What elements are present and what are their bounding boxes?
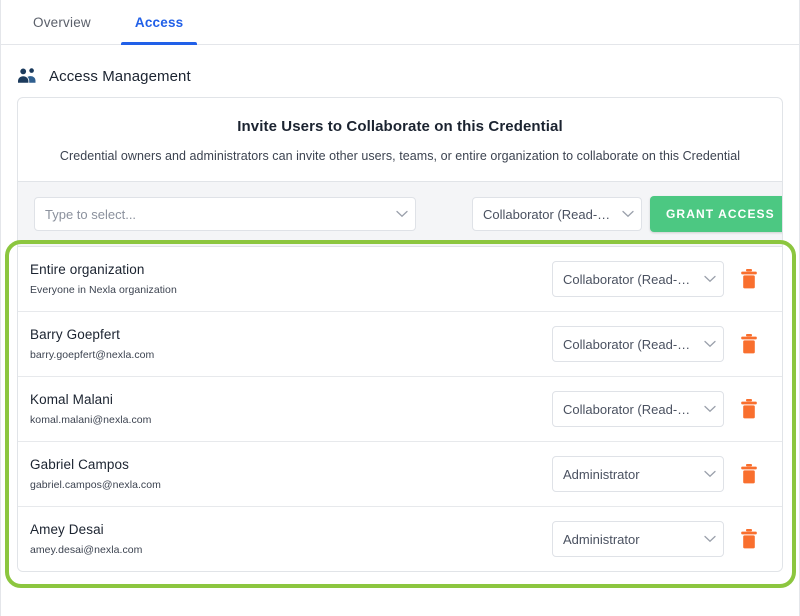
section-header: Access Management [1,45,799,97]
principal-detail: barry.goepfert@nexla.com [30,349,155,361]
user-select[interactable]: Type to select... [34,197,416,231]
tab-overview[interactable]: Overview [11,0,113,44]
tab-overview-label: Overview [33,14,91,30]
table-row: Entire organization Everyone in Nexla or… [18,246,782,311]
row-role-value: Collaborator (Read-… [563,336,691,352]
row-role-value: Administrator [563,466,640,482]
principal-detail: komal.malani@nexla.com [30,414,152,426]
card-title: Invite Users to Collaborate on this Cred… [237,118,563,135]
delete-access-button[interactable] [730,520,768,558]
principal-name: Barry Goepfert [30,327,120,342]
delete-access-button[interactable] [730,325,768,363]
principal-name: Komal Malani [30,392,113,407]
row-role-value: Collaborator (Read-… [563,401,691,417]
chevron-down-icon [697,535,723,543]
principal-name: Gabriel Campos [30,457,129,472]
role-select-value: Collaborator (Read-… [483,206,611,222]
tab-bar: Overview Access [1,0,799,45]
row-role-value: Administrator [563,531,640,547]
grant-access-button[interactable]: GRANT ACCESS [650,196,782,232]
access-list: Entire organization Everyone in Nexla or… [18,246,782,571]
card-header: Invite Users to Collaborate on this Cred… [18,98,782,181]
delete-access-button[interactable] [730,455,768,493]
role-select[interactable]: Collaborator (Read-… [472,197,642,231]
principal-detail: Everyone in Nexla organization [30,284,177,296]
row-role-select[interactable]: Administrator [552,456,724,492]
row-role-select[interactable]: Collaborator (Read-… [552,261,724,297]
card-subtitle: Credential owners and administrators can… [59,149,741,163]
delete-access-button[interactable] [730,260,768,298]
chevron-down-icon [389,210,415,218]
invite-card: Invite Users to Collaborate on this Cred… [17,97,783,572]
table-row: Gabriel Campos gabriel.campos@nexla.com … [18,441,782,506]
trash-icon [739,398,759,420]
tab-access[interactable]: Access [113,0,206,45]
delete-access-button[interactable] [730,390,768,428]
principal-name: Entire organization [30,262,145,277]
principal-detail: gabriel.campos@nexla.com [30,479,161,491]
chevron-down-icon [697,405,723,413]
people-group-icon [17,67,39,85]
chevron-down-icon [697,275,723,283]
principal-info: Amey Desai amey.desai@nexla.com [28,522,552,556]
tab-access-label: Access [134,14,184,30]
access-management-page: Overview Access Access Management Invite… [0,0,800,616]
row-role-select[interactable]: Administrator [552,521,724,557]
chevron-down-icon [697,340,723,348]
trash-icon [739,333,759,355]
invite-controls-row: Type to select... Collaborator (Read-… G… [18,181,782,246]
principal-name: Amey Desai [30,522,104,537]
row-role-value: Collaborator (Read-… [563,271,691,287]
table-row: Barry Goepfert barry.goepfert@nexla.com … [18,311,782,376]
table-row: Amey Desai amey.desai@nexla.com Administ… [18,506,782,571]
row-role-select[interactable]: Collaborator (Read-… [552,326,724,362]
trash-icon [739,268,759,290]
table-row: Komal Malani komal.malani@nexla.com Coll… [18,376,782,441]
trash-icon [739,528,759,550]
user-select-value: Type to select... [45,206,137,222]
chevron-down-icon [615,210,641,218]
principal-info: Komal Malani komal.malani@nexla.com [28,392,552,426]
principal-info: Entire organization Everyone in Nexla or… [28,262,552,296]
principal-info: Gabriel Campos gabriel.campos@nexla.com [28,457,552,491]
row-role-select[interactable]: Collaborator (Read-… [552,391,724,427]
chevron-down-icon [697,470,723,478]
section-title: Access Management [49,67,191,85]
principal-info: Barry Goepfert barry.goepfert@nexla.com [28,327,552,361]
principal-detail: amey.desai@nexla.com [30,544,143,556]
trash-icon [739,463,759,485]
